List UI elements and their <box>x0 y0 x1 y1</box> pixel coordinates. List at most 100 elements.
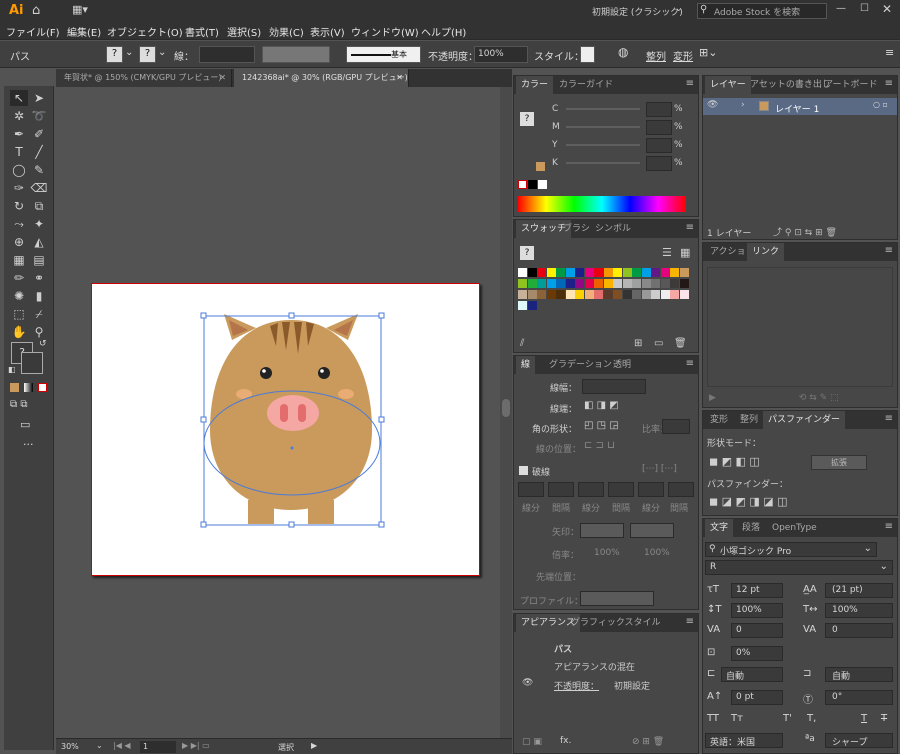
swatch[interactable] <box>670 290 679 299</box>
tt-button[interactable]: Tт <box>731 713 743 724</box>
dash-fields[interactable] <box>518 482 694 497</box>
swatch[interactable] <box>651 279 660 288</box>
none-swatch[interactable] <box>518 180 527 189</box>
cap-buttons[interactable]: ◧ ◨ ◩ <box>584 400 619 411</box>
artboard-nav-next-icon[interactable]: ▶ ▶| ▭ <box>182 741 210 750</box>
scale-end[interactable]: 100% <box>644 548 670 558</box>
aki-right-field[interactable]: 自動 <box>825 667 893 682</box>
swatch[interactable] <box>594 279 603 288</box>
brush-definition[interactable]: 基本 <box>346 46 421 63</box>
font-family-field[interactable]: ⚲ 小塚ゴシック Pro ⌄ <box>705 542 877 557</box>
status-arrow-icon[interactable]: ▶ <box>311 741 317 750</box>
tab-align[interactable]: 整列 <box>735 411 763 429</box>
y-field[interactable] <box>646 138 672 153</box>
graphic-style-swatch[interactable] <box>580 46 595 63</box>
swatch[interactable] <box>518 301 527 310</box>
swatch[interactable] <box>546 290 556 299</box>
tab-links[interactable]: リンク <box>747 243 785 261</box>
boar-illustration[interactable] <box>196 310 392 532</box>
menu-object[interactable]: オブジェクト(O) <box>107 24 183 39</box>
close-icon[interactable]: ✕ <box>396 69 403 87</box>
panel-menu-icon[interactable]: ≡ <box>885 78 893 89</box>
k-field[interactable] <box>646 156 672 171</box>
panel-menu-icon[interactable]: ≡ <box>686 358 694 369</box>
curvature-tool-icon[interactable]: ✐ <box>30 126 48 142</box>
new-swatch-icon[interactable]: ⊞ <box>634 338 642 349</box>
tab-color-guide[interactable]: カラーガイド <box>554 76 618 94</box>
baseline-shift-field[interactable]: 0 pt <box>731 690 783 705</box>
swatch[interactable] <box>518 279 527 288</box>
artboard-number-field[interactable]: 1 <box>140 741 176 753</box>
workspace-switcher[interactable]: 初期設定 (クラシック) <box>592 5 683 18</box>
swatch[interactable] <box>632 279 641 288</box>
perspective-grid-icon[interactable]: ◭ <box>30 234 48 250</box>
tab-transparency[interactable]: 透明 <box>608 356 636 374</box>
menu-effect[interactable]: 効果(C) <box>269 24 304 39</box>
home-icon[interactable]: ⌂ <box>32 3 40 18</box>
swatch[interactable] <box>641 290 651 299</box>
swatch[interactable] <box>527 279 537 288</box>
tab-opentype[interactable]: OpenType <box>767 519 822 537</box>
zoom-level[interactable]: 30% <box>61 742 79 751</box>
zoom-tool-icon[interactable]: ⚲ <box>30 324 48 340</box>
swatch[interactable] <box>527 301 537 310</box>
chevron-down-icon[interactable]: ⌄ <box>96 741 103 750</box>
font-size-field[interactable]: 12 pt <box>731 583 783 598</box>
swatch[interactable] <box>556 268 565 277</box>
paintbrush-icon[interactable]: ✎ <box>30 162 48 178</box>
add-stroke-icon[interactable]: ▢ ▣ <box>522 737 542 747</box>
arrow-end-select[interactable] <box>630 523 674 538</box>
antialias-select[interactable]: シャープ <box>825 733 893 748</box>
symbol-sprayer-icon[interactable]: ✺ <box>10 288 28 304</box>
gradient-tool-icon[interactable]: ▤ <box>30 252 48 268</box>
panel-menu-icon[interactable]: ≡ <box>885 521 893 532</box>
menu-type[interactable]: 書式(T) <box>185 24 219 39</box>
eraser-icon[interactable]: ⌫ <box>30 180 48 196</box>
panel-menu-icon[interactable]: ≡ <box>686 78 694 89</box>
visibility-eye-icon[interactable]: 👁 <box>707 100 718 110</box>
profile-select[interactable] <box>580 591 654 606</box>
pen-tool-icon[interactable]: ✒ <box>10 126 28 142</box>
swatch[interactable] <box>603 279 613 288</box>
swatch[interactable] <box>679 279 689 288</box>
swatch[interactable] <box>537 279 546 288</box>
workspace-layout-icon[interactable]: ▦▾ <box>72 3 88 16</box>
chevron-down-icon[interactable]: ⌄ <box>864 543 872 554</box>
selection-tool-icon[interactable]: ↖ <box>10 90 28 106</box>
puppet-warp-icon[interactable]: ✦ <box>30 216 48 232</box>
language-select[interactable]: 英語：米国 <box>705 733 783 748</box>
tab-paragraph[interactable]: 段落 <box>737 519 765 537</box>
recolor-icon[interactable]: ◍ <box>618 45 628 59</box>
swatch[interactable] <box>632 268 641 277</box>
folder-icon[interactable]: ▭ <box>654 338 663 349</box>
magic-wand-icon[interactable]: ✲ <box>10 108 28 124</box>
stroke-weight-field[interactable] <box>199 46 255 63</box>
swatch[interactable] <box>613 290 622 299</box>
stroke-swatch[interactable] <box>21 352 43 374</box>
links-footer-icons[interactable]: ▶ ⟲ ⇆ ✎ ⬚ <box>709 393 839 403</box>
swatch[interactable] <box>679 290 689 299</box>
k-slider[interactable] <box>566 162 640 164</box>
swatch[interactable] <box>565 268 575 277</box>
menu-help[interactable]: ヘルプ(H) <box>421 24 466 39</box>
opacity-field[interactable]: 100% <box>474 46 528 63</box>
close-icon[interactable]: ✕ <box>219 69 226 87</box>
ellipse-tool-icon[interactable]: ◯ <box>10 162 28 178</box>
direct-selection-tool-icon[interactable]: ➤ <box>30 90 48 106</box>
tab-color[interactable]: カラー <box>516 76 554 94</box>
limit-field[interactable] <box>662 419 690 434</box>
tab-layers[interactable]: レイヤー <box>705 76 751 94</box>
fill-stroke-indicator[interactable]: ? <box>520 246 534 260</box>
swatch[interactable] <box>556 279 565 288</box>
none-mode-button[interactable] <box>38 383 47 392</box>
swatch[interactable] <box>670 279 679 288</box>
swatch-library-icon[interactable]: ⫽ <box>520 338 524 349</box>
close-icon[interactable]: ✕ <box>882 2 892 16</box>
black-swatch[interactable] <box>528 180 537 189</box>
fx-icon[interactable]: fx. <box>560 736 571 746</box>
draw-mode-icon[interactable]: ⧉ ⧉ <box>10 399 27 410</box>
color-mode-button[interactable] <box>10 383 19 392</box>
white-swatch[interactable] <box>538 180 547 189</box>
expand-button[interactable]: 拡張 <box>811 455 867 470</box>
rotation-field[interactable]: 0° <box>825 690 893 705</box>
